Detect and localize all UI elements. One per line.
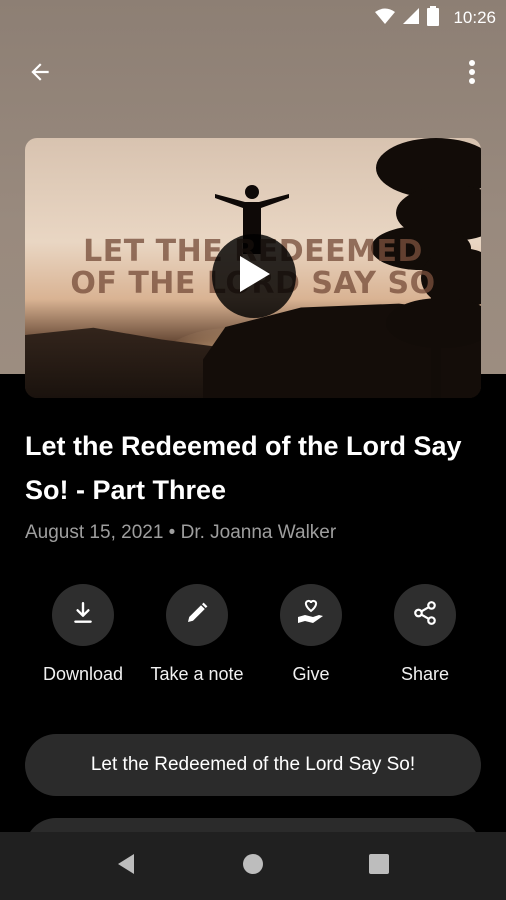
take-note-action[interactable]: Take a note: [137, 584, 257, 685]
circle-home-icon: [242, 853, 264, 880]
square-recents-icon: [368, 853, 390, 880]
meta-separator: •: [168, 522, 176, 543]
share-label: Share: [400, 664, 450, 684]
wifi-icon: [375, 8, 396, 29]
give-label: Give: [292, 664, 330, 684]
series-button[interactable]: Let the Redeemed of the Lord Say So!: [25, 734, 481, 796]
play-button[interactable]: [212, 234, 296, 318]
share-button[interactable]: [394, 584, 456, 646]
episode-date: August 15, 2021: [25, 522, 164, 543]
play-icon: [236, 254, 272, 299]
share-icon: [412, 600, 438, 631]
take-note-label: Take a note: [150, 664, 244, 684]
triangle-back-icon: [116, 853, 136, 880]
take-note-button[interactable]: [166, 584, 228, 646]
pencil-icon: [185, 601, 209, 630]
arrow-left-icon: [27, 59, 53, 90]
sermon-artwork[interactable]: LET THE REDEEMED OF THE LORD SAY SO: [25, 138, 481, 398]
battery-icon: [427, 5, 440, 31]
app-bar: [0, 48, 506, 100]
download-label: Download: [42, 664, 124, 684]
more-vert-icon: [468, 59, 476, 90]
back-button[interactable]: [22, 56, 58, 92]
action-row: Download Take a note Give Share: [0, 584, 506, 694]
episode-speaker: Dr. Joanna Walker: [180, 522, 337, 543]
share-action[interactable]: Share: [365, 584, 485, 685]
system-navigation-bar: [0, 832, 506, 900]
nav-recents-button[interactable]: [363, 850, 395, 882]
download-icon: [70, 600, 96, 631]
give-heart-hand-icon: [296, 599, 326, 632]
episode-title: Let the Redeemed of the Lord Say So! - P…: [25, 431, 462, 505]
nav-back-button[interactable]: [110, 850, 142, 882]
nav-home-button[interactable]: [237, 850, 269, 882]
give-action[interactable]: Give: [251, 584, 371, 685]
status-time: 10:26: [453, 8, 496, 27]
more-options-button[interactable]: [454, 56, 490, 92]
signal-icon: [403, 7, 420, 29]
episode-meta: August 15, 2021 • Dr. Joanna Walker: [25, 522, 336, 544]
download-button[interactable]: [52, 584, 114, 646]
give-button[interactable]: [280, 584, 342, 646]
status-bar: 10:26: [0, 0, 506, 36]
download-action[interactable]: Download: [23, 584, 143, 685]
